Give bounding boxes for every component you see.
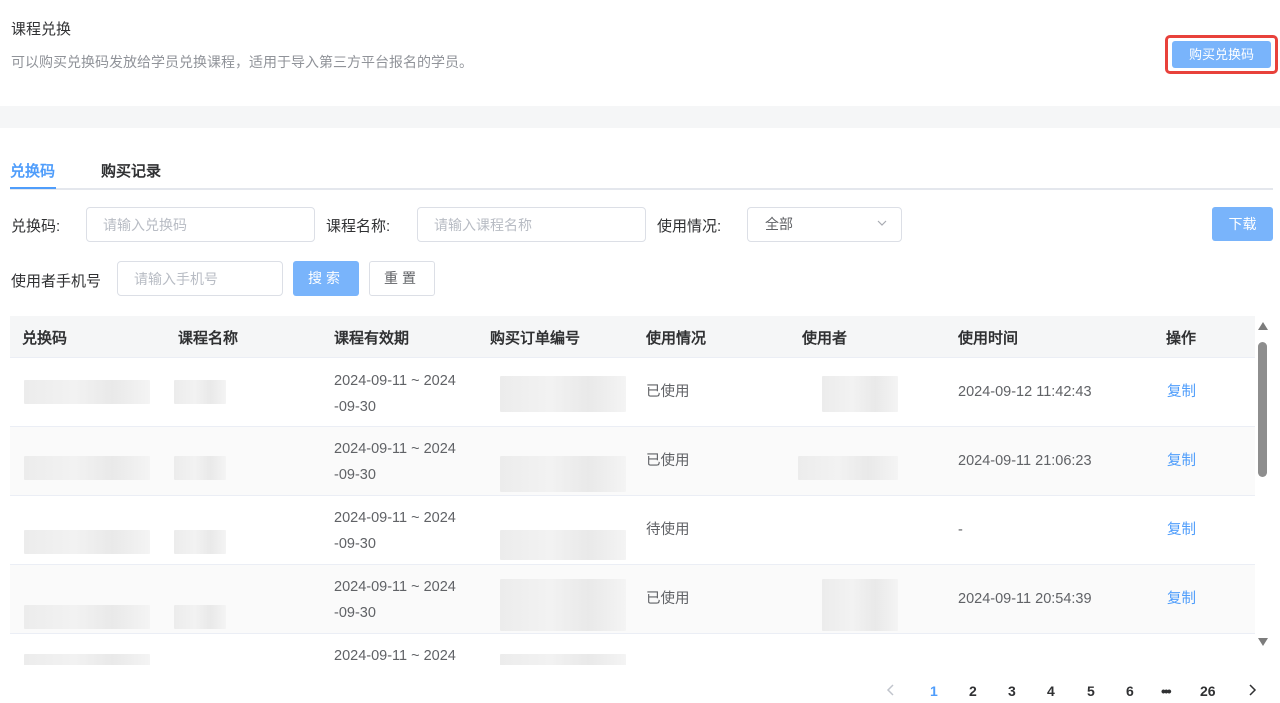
column-header: 使用时间 bbox=[958, 330, 1019, 347]
scrollbar-thumb[interactable] bbox=[1258, 342, 1267, 477]
code-search-input[interactable] bbox=[86, 207, 315, 242]
used-time: 2024-09-11 20:54:39 bbox=[958, 591, 1092, 607]
redacted-code bbox=[24, 654, 150, 665]
table-row: 2024-09-11 ~ 2024 -09-30 已使用 2024-09-11 … bbox=[10, 427, 1255, 496]
download-button[interactable]: 下载 bbox=[1212, 207, 1273, 241]
redacted-code bbox=[24, 605, 150, 629]
validity-line-1: 2024-09-11 ~ 2024 bbox=[334, 373, 456, 389]
code-filter-label: 兑换码: bbox=[11, 218, 61, 235]
tab-bar: 兑换码 购买记录 bbox=[10, 150, 1273, 190]
usage-status-select[interactable]: 全部 bbox=[747, 207, 902, 242]
redacted-course bbox=[174, 530, 226, 554]
redacted-user bbox=[822, 376, 898, 412]
scroll-down-arrow-icon[interactable] bbox=[1258, 638, 1268, 646]
prev-page-icon[interactable] bbox=[884, 683, 898, 697]
redacted-order-no bbox=[500, 579, 626, 631]
validity-line-1: 2024-09-11 ~ 2024 bbox=[334, 579, 456, 595]
next-page-icon[interactable] bbox=[1245, 683, 1259, 697]
copy-link[interactable]: 复制 bbox=[1167, 448, 1196, 474]
page-header: 课程兑换 可以购买兑换码发放给学员兑换课程，适用于导入第三方平台报名的学员。 购… bbox=[0, 0, 1280, 106]
redacted-code bbox=[24, 380, 150, 404]
column-header: 操作 bbox=[1166, 330, 1197, 347]
redacted-user bbox=[798, 456, 898, 480]
column-header: 购买订单编号 bbox=[490, 330, 581, 347]
page-description: 可以购买兑换码发放给学员兑换课程，适用于导入第三方平台报名的学员。 bbox=[11, 54, 473, 70]
usage-filter-label: 使用情况: bbox=[657, 218, 722, 235]
tab-purchase-records[interactable]: 购买记录 bbox=[101, 160, 161, 181]
redeem-code-table: 兑换码 课程名称 课程有效期 购买订单编号 使用情况 使用者 使用时间 操作 2… bbox=[10, 316, 1255, 665]
redacted-course bbox=[174, 605, 226, 629]
redacted-order-no bbox=[500, 456, 626, 492]
redacted-course bbox=[174, 380, 226, 404]
table-header: 兑换码 课程名称 课程有效期 购买订单编号 使用情况 使用者 使用时间 操作 bbox=[10, 316, 1255, 358]
copy-link[interactable]: 复制 bbox=[1167, 586, 1196, 612]
course-filter-label: 课程名称: bbox=[326, 218, 391, 235]
redacted-order-no bbox=[500, 654, 626, 665]
page-5[interactable]: 5 bbox=[1087, 683, 1095, 699]
phone-search-input[interactable] bbox=[117, 261, 283, 296]
search-button[interactable]: 搜索 bbox=[293, 261, 359, 296]
validity-line-2: -09-30 bbox=[334, 399, 376, 415]
validity-line-1: 2024-09-11 ~ 2024 bbox=[334, 510, 456, 526]
buy-redeem-code-button[interactable]: 购买兑换码 bbox=[1172, 41, 1271, 68]
table-row: 2024-09-11 ~ 2024 -09-30 已使用 2024-09-12 … bbox=[10, 358, 1255, 427]
validity-line-2: -09-30 bbox=[334, 467, 376, 483]
chevron-down-icon bbox=[877, 220, 887, 226]
page-3[interactable]: 3 bbox=[1008, 683, 1016, 699]
buy-button-highlight: 购买兑换码 bbox=[1165, 35, 1278, 74]
copy-link[interactable]: 复制 bbox=[1167, 517, 1196, 543]
tab-redeem-codes[interactable]: 兑换码 bbox=[10, 160, 55, 181]
usage-status: 已使用 bbox=[646, 591, 690, 607]
column-header: 课程名称 bbox=[178, 330, 239, 347]
column-header: 兑换码 bbox=[22, 330, 68, 347]
validity-line-1: 2024-09-11 ~ 2024 bbox=[334, 441, 456, 457]
redacted-course bbox=[174, 456, 226, 480]
reset-button[interactable]: 重置 bbox=[369, 261, 435, 296]
table-row: 2024-09-11 ~ 2024 bbox=[10, 634, 1255, 665]
page-title: 课程兑换 bbox=[11, 21, 72, 38]
validity-line-1: 2024-09-11 ~ 2024 bbox=[334, 648, 456, 664]
page-6[interactable]: 6 bbox=[1126, 683, 1134, 699]
copy-link[interactable]: 复制 bbox=[1167, 379, 1196, 405]
usage-status: 已使用 bbox=[646, 384, 690, 400]
page-4[interactable]: 4 bbox=[1047, 683, 1055, 699]
table-scrollbar[interactable] bbox=[1256, 322, 1270, 648]
usage-status: 待使用 bbox=[646, 522, 690, 538]
course-search-input[interactable] bbox=[417, 207, 646, 242]
redacted-user bbox=[822, 579, 898, 631]
page-1[interactable]: 1 bbox=[930, 683, 938, 699]
table-row: 2024-09-11 ~ 2024 -09-30 待使用 - 复制 bbox=[10, 496, 1255, 565]
usage-status: 已使用 bbox=[646, 453, 690, 469]
redacted-code bbox=[24, 530, 150, 554]
column-header: 使用情况 bbox=[646, 330, 707, 347]
validity-line-2: -09-30 bbox=[334, 605, 376, 621]
scroll-up-arrow-icon[interactable] bbox=[1258, 322, 1268, 330]
redacted-order-no bbox=[500, 530, 626, 560]
column-header: 使用者 bbox=[802, 330, 848, 347]
used-time: - bbox=[958, 522, 963, 538]
page-26[interactable]: 26 bbox=[1200, 683, 1216, 699]
validity-line-2: -09-30 bbox=[334, 536, 376, 552]
column-header: 课程有效期 bbox=[334, 330, 410, 347]
used-time: 2024-09-12 11:42:43 bbox=[958, 384, 1092, 400]
page-2[interactable]: 2 bbox=[969, 683, 977, 699]
used-time: 2024-09-11 21:06:23 bbox=[958, 453, 1092, 469]
usage-status-value: 全部 bbox=[765, 216, 793, 232]
tab-active-indicator bbox=[10, 187, 56, 189]
section-divider bbox=[0, 106, 1280, 128]
table-row: 2024-09-11 ~ 2024 -09-30 已使用 2024-09-11 … bbox=[10, 565, 1255, 634]
redacted-code bbox=[24, 456, 150, 480]
redacted-order-no bbox=[500, 376, 626, 412]
page-ellipsis[interactable]: ••• bbox=[1161, 683, 1172, 699]
phone-filter-label: 使用者手机号 bbox=[11, 273, 102, 290]
